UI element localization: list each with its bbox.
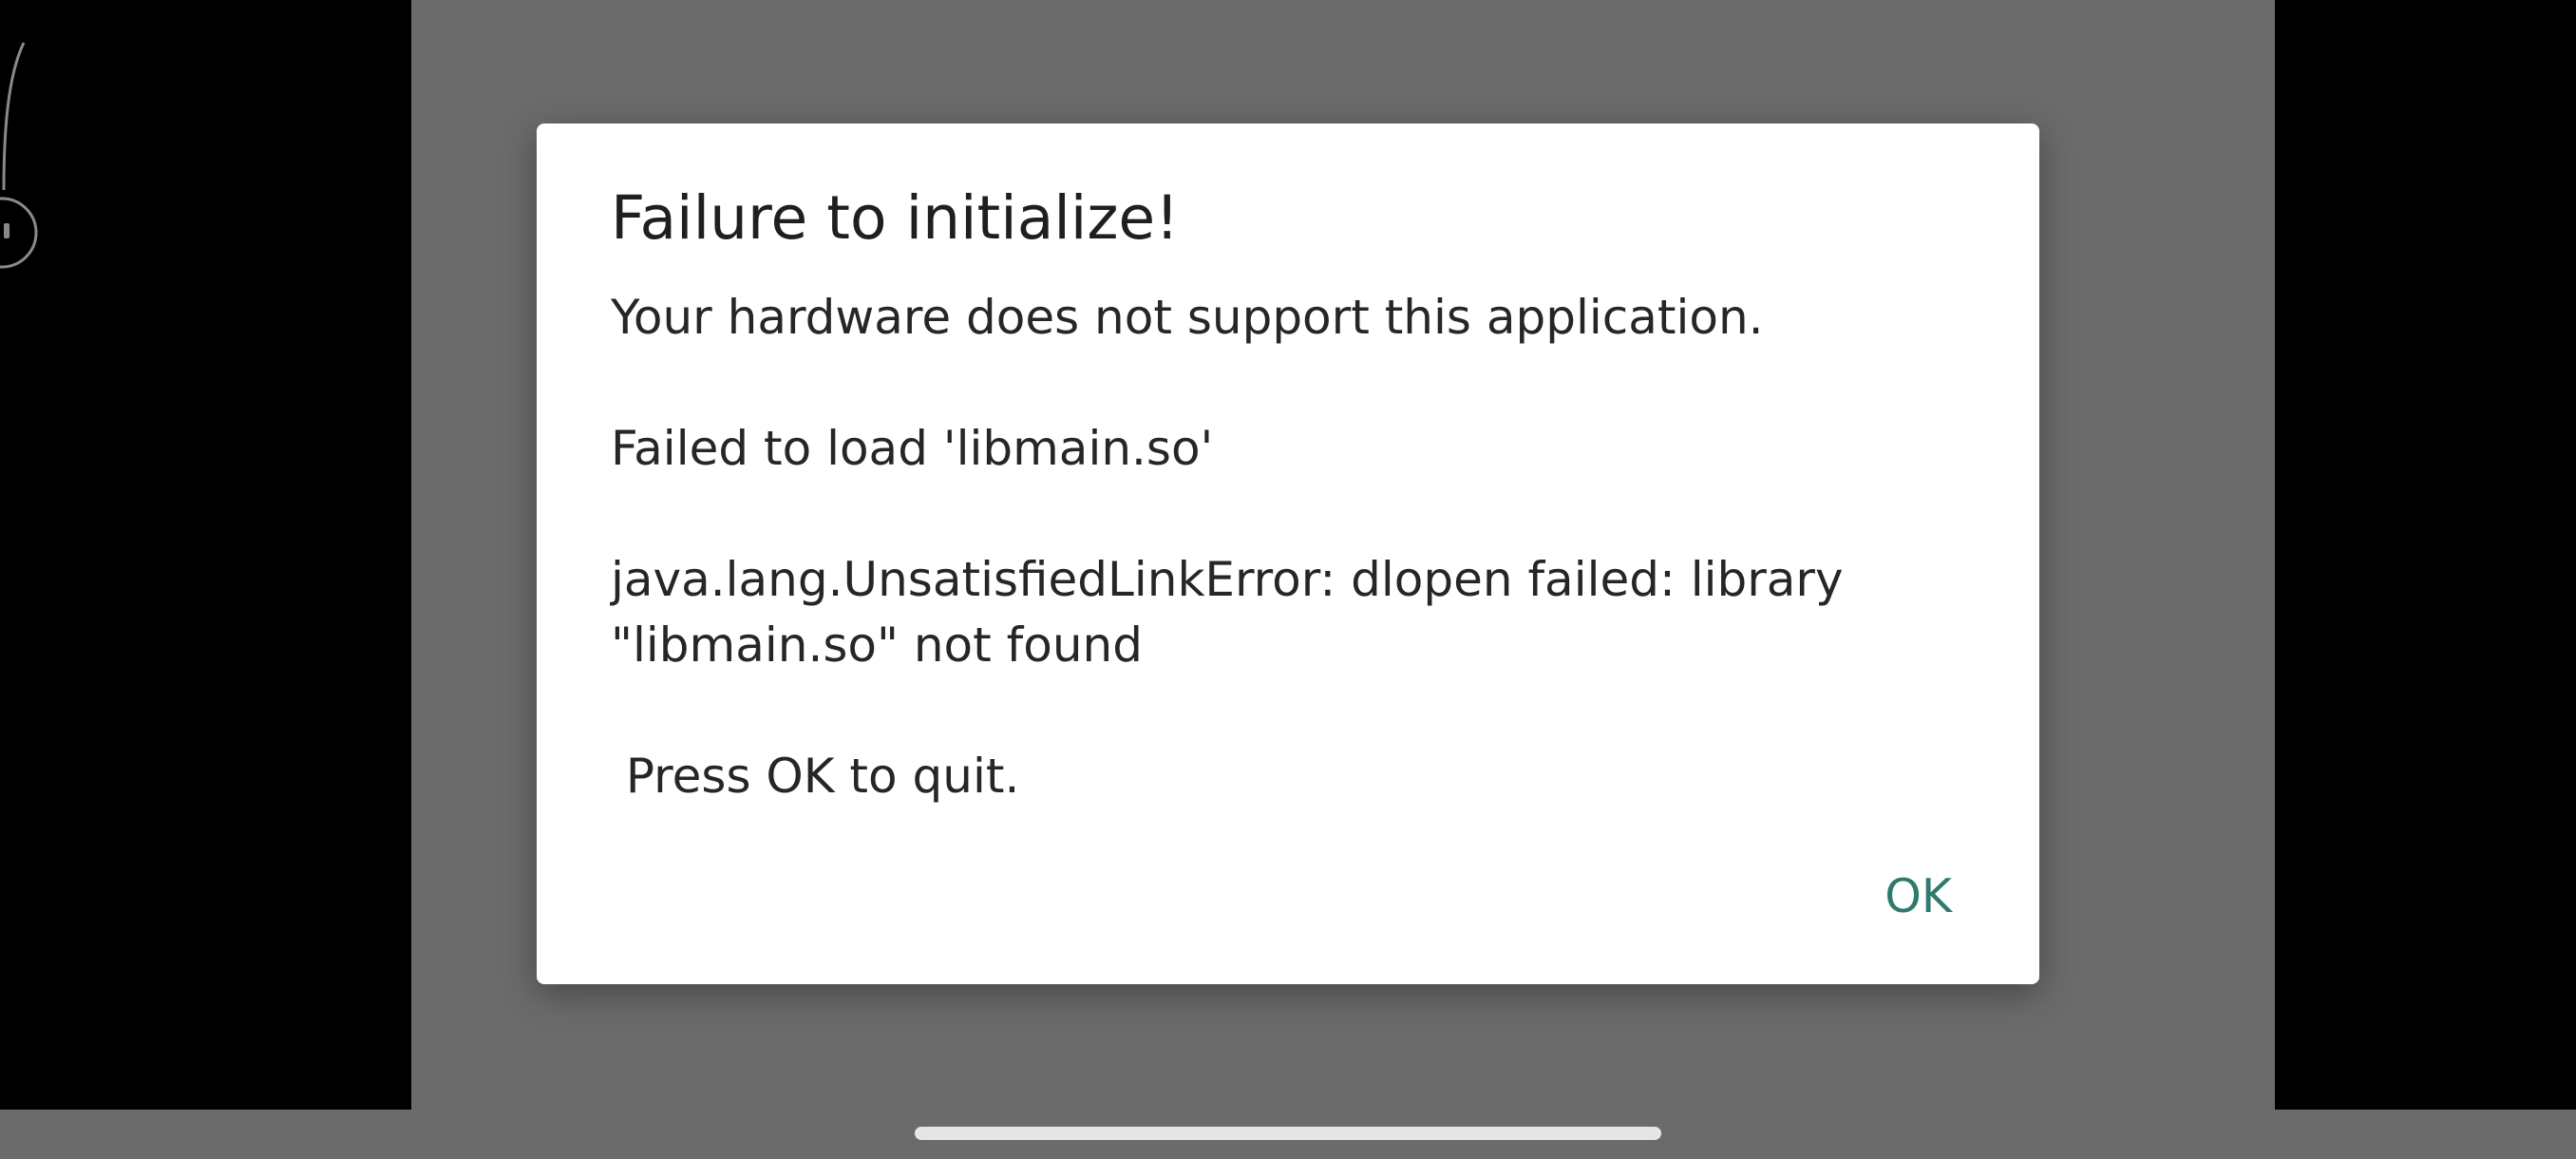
dialog-title: Failure to initialize! xyxy=(611,183,1180,253)
dialog-message: Your hardware does not support this appl… xyxy=(611,290,1844,804)
earbud-outline-icon xyxy=(0,42,38,269)
ok-button[interactable]: OK xyxy=(1871,857,1965,937)
navigation-bar xyxy=(0,1110,2576,1159)
home-indicator[interactable] xyxy=(915,1127,1661,1140)
error-dialog: Failure to initialize! Your hardware doe… xyxy=(537,124,2039,984)
